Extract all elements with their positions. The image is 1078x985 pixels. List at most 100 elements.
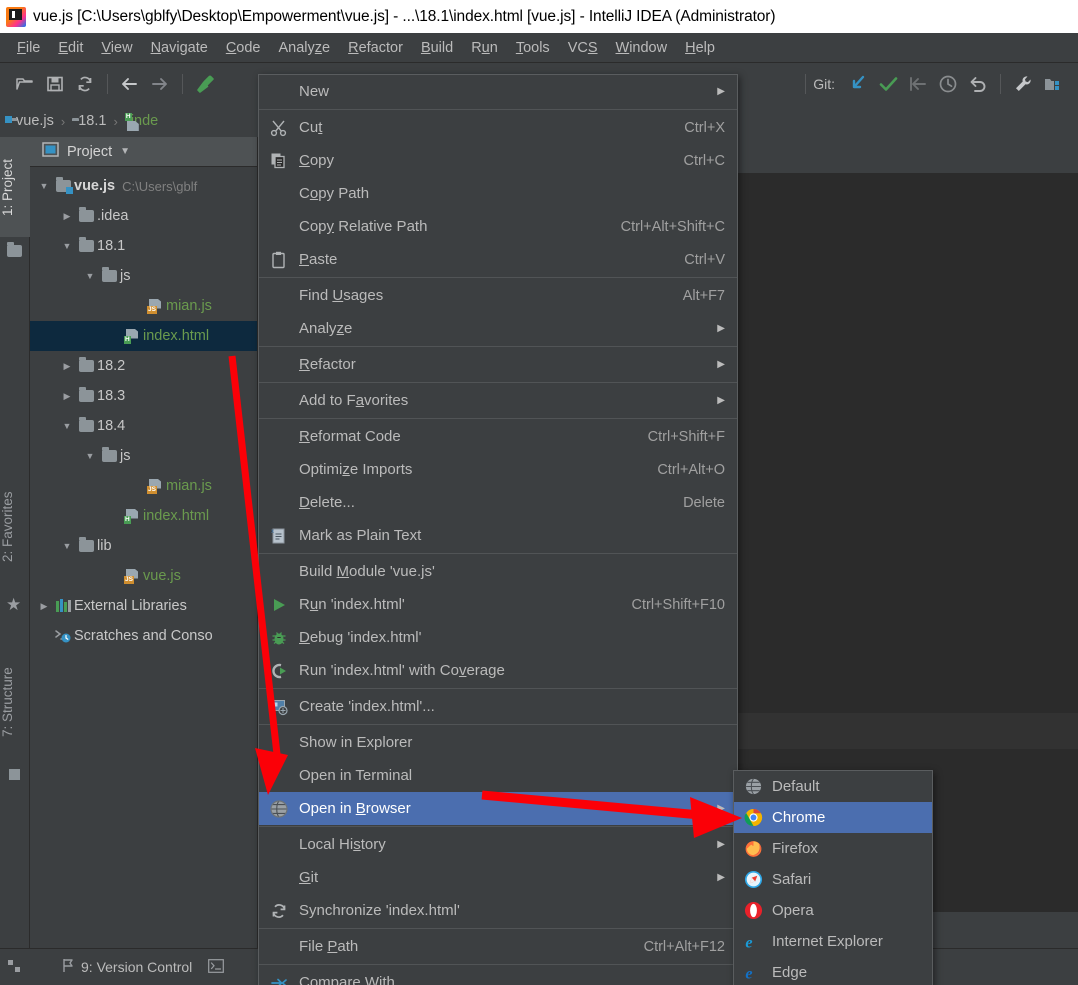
menu-refactor[interactable]: Refactor: [339, 38, 412, 58]
menu-code[interactable]: Code: [217, 38, 270, 58]
tree-node-scratches-and-conso[interactable]: Scratches and Conso: [30, 621, 257, 651]
context-menu-item-new[interactable]: New ▶: [259, 75, 737, 108]
folder-icon: [75, 357, 97, 372]
menu-edit[interactable]: Edit: [49, 38, 92, 58]
tree-node-18-2[interactable]: ▶ 18.2: [30, 351, 257, 381]
tree-node-vue-js[interactable]: JS vue.js: [30, 561, 257, 591]
save-all-icon[interactable]: [40, 69, 70, 99]
context-menu-item-run-index-html-with-coverage[interactable]: Run 'index.html' with Coverage: [259, 654, 737, 687]
context-menu-item-copy-path[interactable]: Copy Path: [259, 177, 737, 210]
chevron-down-icon[interactable]: ▼: [36, 181, 52, 191]
browser-item-safari[interactable]: Safari: [734, 864, 932, 895]
context-menu-item-open-in-browser[interactable]: Open in Browser ▶: [259, 792, 737, 825]
menu-view[interactable]: View: [92, 38, 141, 58]
open-folder-icon[interactable]: [10, 69, 40, 99]
menu-vcs[interactable]: VCS: [559, 38, 607, 58]
project-structure-icon[interactable]: [1038, 69, 1068, 99]
context-menu-item-analyze[interactable]: Analyze ▶: [259, 312, 737, 345]
toggle-tool-windows-icon[interactable]: [0, 960, 30, 974]
project-panel-header[interactable]: Project ▼: [30, 137, 257, 167]
breadcrumb-18-1[interactable]: 18.1: [72, 113, 106, 129]
context-menu-item-debug-index-html[interactable]: Debug 'index.html': [259, 621, 737, 654]
context-menu-item-mark-as-plain-text[interactable]: x Mark as Plain Text: [259, 519, 737, 552]
tree-node-js[interactable]: ▼ js: [30, 261, 257, 291]
context-menu-item-paste[interactable]: Paste Ctrl+V: [259, 243, 737, 276]
context-menu-item-run-index-html[interactable]: Run 'index.html' Ctrl+Shift+F10: [259, 588, 737, 621]
chevron-down-icon[interactable]: ▼: [59, 541, 75, 551]
tree-node-18-4[interactable]: ▼ 18.4: [30, 411, 257, 441]
context-menu-item-git[interactable]: Git ▶: [259, 861, 737, 894]
context-menu-item-optimize-imports[interactable]: Optimize Imports Ctrl+Alt+O: [259, 453, 737, 486]
chevron-down-icon[interactable]: ▼: [120, 146, 130, 157]
tree-node-lib[interactable]: ▼ lib: [30, 531, 257, 561]
context-menu-item-copy-relative-path[interactable]: Copy Relative Path Ctrl+Alt+Shift+C: [259, 210, 737, 243]
build-hammer-icon[interactable]: [190, 69, 220, 99]
context-menu-item-label: Optimize Imports: [299, 461, 413, 478]
tree-node-18-1[interactable]: ▼ 18.1: [30, 231, 257, 261]
browser-item-opera[interactable]: Opera: [734, 895, 932, 926]
browser-item-edge[interactable]: e Edge: [734, 957, 932, 985]
chevron-right-icon[interactable]: ▶: [59, 361, 75, 372]
browser-item-firefox[interactable]: Firefox: [734, 833, 932, 864]
tool-tab-structure[interactable]: 7: Structure: [0, 642, 30, 762]
chevron-right-icon[interactable]: ▶: [59, 391, 75, 402]
chevron-down-icon[interactable]: ▼: [82, 271, 98, 281]
breadcrumb-inde[interactable]: Hinde: [124, 113, 158, 131]
tree-node-external-libraries[interactable]: ▶ External Libraries: [30, 591, 257, 621]
tree-node-index-html[interactable]: Hindex.html: [30, 501, 257, 531]
tool-tab-project[interactable]: 1: Project: [0, 137, 30, 237]
context-menu-item-add-to-favorites[interactable]: Add to Favorites ▶: [259, 384, 737, 417]
menu-navigate[interactable]: Navigate: [142, 38, 217, 58]
chevron-down-icon[interactable]: ▼: [82, 451, 98, 461]
menu-analyze[interactable]: Analyze: [270, 38, 340, 58]
context-menu-item-build-module-vue-js[interactable]: Build Module 'vue.js': [259, 555, 737, 588]
menu-run[interactable]: Run: [462, 38, 507, 58]
chevron-right-icon[interactable]: ▶: [59, 211, 75, 222]
tree-node-js[interactable]: ▼ js: [30, 441, 257, 471]
tool-tab-favorites[interactable]: 2: Favorites: [0, 467, 30, 587]
menu-help[interactable]: Help: [676, 38, 724, 58]
synchronize-icon[interactable]: [70, 69, 100, 99]
menu-file[interactable]: File: [8, 38, 49, 58]
settings-wrench-icon[interactable]: [1008, 69, 1038, 99]
context-menu-item-create-index-html[interactable]: Create 'index.html'...: [259, 690, 737, 723]
context-menu-item-compare-with[interactable]: Compare With...: [259, 966, 737, 985]
menu-tools[interactable]: Tools: [507, 38, 559, 58]
tree-node-index-html[interactable]: Hindex.html: [30, 321, 257, 351]
history-icon[interactable]: [933, 69, 963, 99]
tree-node-mian-js[interactable]: JS mian.js: [30, 291, 257, 321]
context-menu-item-local-history[interactable]: Local History ▶: [259, 828, 737, 861]
menu-build[interactable]: Build: [412, 38, 462, 58]
context-menu-item-open-in-terminal[interactable]: Open in Terminal: [259, 759, 737, 792]
chevron-right-icon[interactable]: ▶: [36, 601, 52, 612]
browser-item-default[interactable]: Default: [734, 771, 932, 802]
tree-node-vue-js[interactable]: ▼ vue.js C:\Users\gblf: [30, 171, 257, 201]
context-menu-item-show-in-explorer[interactable]: Show in Explorer: [259, 726, 737, 759]
context-menu-item-reformat-code[interactable]: Reformat Code Ctrl+Shift+F: [259, 420, 737, 453]
status-version-control[interactable]: 9: Version Control: [54, 958, 200, 976]
folder-icon: [75, 417, 97, 432]
tree-node-mian-js[interactable]: JS mian.js: [30, 471, 257, 501]
context-menu-item-refactor[interactable]: Refactor ▶: [259, 348, 737, 381]
context-menu-item-copy[interactable]: Copy Ctrl+C: [259, 144, 737, 177]
chevron-down-icon[interactable]: ▼: [59, 421, 75, 431]
rollback-icon[interactable]: [963, 69, 993, 99]
forward-arrow-icon[interactable]: [145, 69, 175, 99]
context-menu-item-delete[interactable]: Delete... Delete: [259, 486, 737, 519]
commit-icon[interactable]: [873, 69, 903, 99]
breadcrumb-vue-js[interactable]: vue.js: [10, 113, 54, 129]
menu-window[interactable]: Window: [607, 38, 677, 58]
context-menu-item-file-path[interactable]: File Path Ctrl+Alt+F12: [259, 930, 737, 963]
push-icon[interactable]: [903, 69, 933, 99]
context-menu-item-synchronize-index-html[interactable]: Synchronize 'index.html': [259, 894, 737, 927]
browser-item-internet-explorer[interactable]: e Internet Explorer: [734, 926, 932, 957]
status-terminal[interactable]: [200, 958, 232, 976]
context-menu-item-cut[interactable]: Cut Ctrl+X: [259, 111, 737, 144]
tree-node--idea[interactable]: ▶ .idea: [30, 201, 257, 231]
browser-item-chrome[interactable]: Chrome: [734, 802, 932, 833]
context-menu-item-find-usages[interactable]: Find Usages Alt+F7: [259, 279, 737, 312]
back-arrow-icon[interactable]: [115, 69, 145, 99]
tree-node-18-3[interactable]: ▶ 18.3: [30, 381, 257, 411]
chevron-down-icon[interactable]: ▼: [59, 241, 75, 251]
update-project-icon[interactable]: [843, 69, 873, 99]
